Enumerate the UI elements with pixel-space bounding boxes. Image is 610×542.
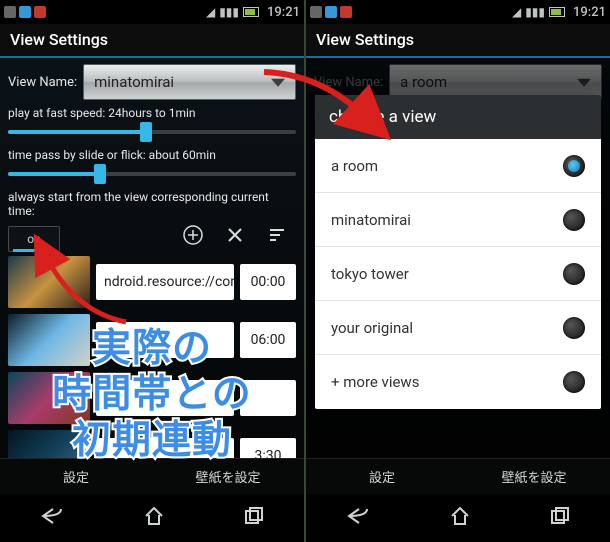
toggle-text: on — [27, 232, 40, 246]
item-text-field[interactable]: ndroid.resource://com.y — [96, 264, 234, 300]
notif-icon — [310, 6, 322, 18]
dialog-option-label: tokyo tower — [331, 265, 409, 283]
page-title: View Settings — [0, 24, 304, 58]
signal-icon: ▮▮▮ — [525, 5, 545, 19]
battery-icon — [549, 7, 565, 17]
tab-settings[interactable]: 設定 — [306, 459, 458, 494]
overlay-line-2: 時間帯との — [52, 371, 252, 417]
pass-label: time pass by slide or flick: about 60min — [8, 148, 296, 162]
wifi-icon: ◢ — [512, 5, 521, 19]
list-item[interactable]: ndroid.resource://com.y 00:00 — [8, 256, 296, 308]
sort-icon[interactable] — [266, 224, 288, 246]
notif-icon — [340, 6, 352, 18]
wifi-icon: ◢ — [206, 5, 215, 19]
add-icon[interactable] — [182, 224, 204, 246]
dialog-option[interactable]: tokyo tower — [315, 247, 601, 301]
speed-slider[interactable] — [8, 124, 296, 142]
nav-bar — [0, 494, 304, 542]
signal-icon: ▮▮▮ — [219, 5, 239, 19]
dialog-option[interactable]: your original — [315, 301, 601, 355]
start-toggle[interactable]: on — [8, 226, 60, 252]
pass-slider[interactable] — [8, 166, 296, 184]
status-bar: ◢ ▮▮▮ 19:21 — [0, 0, 304, 24]
dialog-option[interactable]: minatomirai — [315, 193, 601, 247]
viewname-spinner-value: minatomirai — [94, 73, 174, 91]
overlay-line-1: 実際の — [92, 325, 212, 371]
dialog-option-label: + more views — [331, 373, 419, 391]
battery-icon — [243, 7, 259, 17]
overlay-caption: 実際の 時間帯との 初期連動 — [52, 325, 252, 463]
dialog-option[interactable]: a room — [315, 139, 601, 193]
back-button[interactable] — [345, 506, 371, 530]
bottom-tabs: 設定 壁紙を設定 — [306, 458, 610, 494]
status-bar: ◢ ▮▮▮ 19:21 — [306, 0, 610, 24]
choose-view-dialog: choose a view a room minatomirai tokyo t… — [315, 95, 601, 409]
radio-icon — [563, 263, 585, 285]
speed-label: play at fast speed: 24hours to 1min — [8, 106, 296, 120]
notif-icon — [4, 6, 16, 18]
notif-icon — [34, 6, 46, 18]
start-label: always start from the view corresponding… — [8, 190, 296, 218]
status-time: 19:21 — [267, 5, 300, 20]
home-button[interactable] — [143, 505, 165, 531]
notif-icon — [325, 6, 337, 18]
status-time: 19:21 — [573, 5, 606, 20]
page-title: View Settings — [306, 24, 610, 58]
recent-button[interactable] — [243, 506, 265, 530]
nav-bar — [306, 494, 610, 542]
tab-set-wallpaper[interactable]: 壁紙を設定 — [152, 459, 304, 494]
radio-icon — [563, 155, 585, 177]
dialog-option[interactable]: + more views — [315, 355, 601, 409]
bottom-tabs: 設定 壁紙を設定 — [0, 458, 304, 494]
radio-icon — [563, 209, 585, 231]
viewname-label: View Name: — [8, 75, 77, 90]
dialog-option-label: minatomirai — [331, 211, 411, 229]
thumbnail — [8, 256, 90, 308]
back-button[interactable] — [39, 506, 65, 530]
dialog-title: choose a view — [315, 95, 601, 139]
recent-button[interactable] — [549, 506, 571, 530]
item-time-field[interactable]: 00:00 — [240, 264, 296, 300]
radio-icon — [563, 317, 585, 339]
dialog-option-label: your original — [331, 319, 413, 337]
close-icon[interactable] — [224, 224, 246, 246]
phone-right: ◢ ▮▮▮ 19:21 View Settings View Name: a r… — [306, 0, 610, 542]
phone-left: ◢ ▮▮▮ 19:21 View Settings View Name: min… — [0, 0, 304, 542]
notif-icon — [19, 6, 31, 18]
home-button[interactable] — [449, 505, 471, 531]
viewname-spinner[interactable]: minatomirai — [83, 64, 296, 100]
radio-icon — [563, 371, 585, 393]
tab-set-wallpaper[interactable]: 壁紙を設定 — [458, 459, 610, 494]
overlay-line-3: 初期連動 — [72, 417, 232, 463]
dialog-option-label: a room — [331, 157, 378, 175]
tab-settings[interactable]: 設定 — [0, 459, 152, 494]
